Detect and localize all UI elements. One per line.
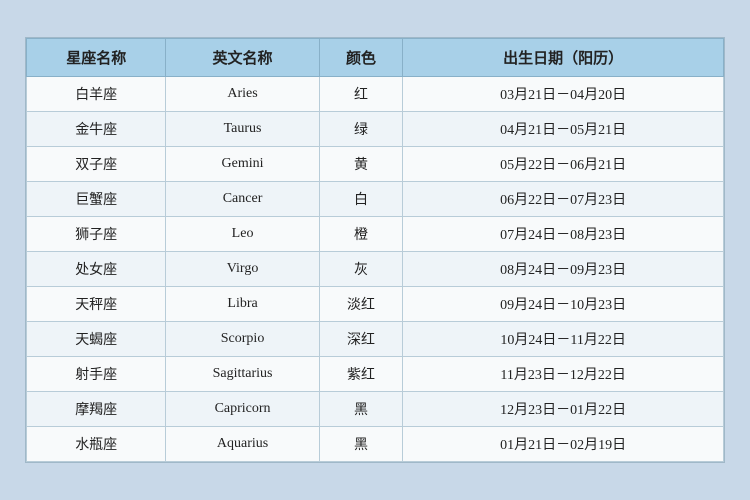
zodiac-table-container: 星座名称 英文名称 颜色 出生日期（阳历） 白羊座Aries红03月21日－04… — [25, 37, 725, 463]
cell-chinese: 双子座 — [27, 147, 166, 182]
cell-chinese: 白羊座 — [27, 77, 166, 112]
cell-color: 橙 — [319, 217, 403, 252]
cell-english: Virgo — [166, 252, 319, 287]
cell-chinese: 狮子座 — [27, 217, 166, 252]
header-color: 颜色 — [319, 39, 403, 77]
cell-date: 11月23日－12月22日 — [403, 357, 724, 392]
cell-english: Scorpio — [166, 322, 319, 357]
cell-date: 09月24日－10月23日 — [403, 287, 724, 322]
cell-english: Leo — [166, 217, 319, 252]
table-header-row: 星座名称 英文名称 颜色 出生日期（阳历） — [27, 39, 724, 77]
cell-color: 深红 — [319, 322, 403, 357]
cell-color: 淡红 — [319, 287, 403, 322]
cell-english: Sagittarius — [166, 357, 319, 392]
table-row: 巨蟹座Cancer白06月22日－07月23日 — [27, 182, 724, 217]
cell-chinese: 巨蟹座 — [27, 182, 166, 217]
cell-color: 红 — [319, 77, 403, 112]
cell-english: Cancer — [166, 182, 319, 217]
cell-date: 07月24日－08月23日 — [403, 217, 724, 252]
cell-color: 灰 — [319, 252, 403, 287]
cell-english: Aquarius — [166, 427, 319, 462]
table-row: 摩羯座Capricorn黑12月23日－01月22日 — [27, 392, 724, 427]
table-row: 金牛座Taurus绿04月21日－05月21日 — [27, 112, 724, 147]
cell-color: 绿 — [319, 112, 403, 147]
cell-chinese: 摩羯座 — [27, 392, 166, 427]
table-row: 狮子座Leo橙07月24日－08月23日 — [27, 217, 724, 252]
cell-color: 白 — [319, 182, 403, 217]
cell-date: 06月22日－07月23日 — [403, 182, 724, 217]
cell-date: 05月22日－06月21日 — [403, 147, 724, 182]
cell-english: Capricorn — [166, 392, 319, 427]
cell-chinese: 天蝎座 — [27, 322, 166, 357]
cell-chinese: 处女座 — [27, 252, 166, 287]
table-row: 射手座Sagittarius紫红11月23日－12月22日 — [27, 357, 724, 392]
table-row: 天秤座Libra淡红09月24日－10月23日 — [27, 287, 724, 322]
cell-chinese: 天秤座 — [27, 287, 166, 322]
cell-color: 黄 — [319, 147, 403, 182]
cell-chinese: 水瓶座 — [27, 427, 166, 462]
header-date: 出生日期（阳历） — [403, 39, 724, 77]
cell-color: 黑 — [319, 427, 403, 462]
table-row: 白羊座Aries红03月21日－04月20日 — [27, 77, 724, 112]
cell-date: 08月24日－09月23日 — [403, 252, 724, 287]
table-row: 天蝎座Scorpio深红10月24日－11月22日 — [27, 322, 724, 357]
cell-english: Taurus — [166, 112, 319, 147]
cell-color: 黑 — [319, 392, 403, 427]
cell-date: 04月21日－05月21日 — [403, 112, 724, 147]
header-chinese: 星座名称 — [27, 39, 166, 77]
cell-english: Aries — [166, 77, 319, 112]
cell-date: 03月21日－04月20日 — [403, 77, 724, 112]
cell-date: 10月24日－11月22日 — [403, 322, 724, 357]
cell-color: 紫红 — [319, 357, 403, 392]
cell-date: 12月23日－01月22日 — [403, 392, 724, 427]
cell-chinese: 金牛座 — [27, 112, 166, 147]
table-row: 水瓶座Aquarius黑01月21日－02月19日 — [27, 427, 724, 462]
table-row: 双子座Gemini黄05月22日－06月21日 — [27, 147, 724, 182]
cell-english: Gemini — [166, 147, 319, 182]
table-body: 白羊座Aries红03月21日－04月20日金牛座Taurus绿04月21日－0… — [27, 77, 724, 462]
zodiac-table: 星座名称 英文名称 颜色 出生日期（阳历） 白羊座Aries红03月21日－04… — [26, 38, 724, 462]
table-row: 处女座Virgo灰08月24日－09月23日 — [27, 252, 724, 287]
cell-date: 01月21日－02月19日 — [403, 427, 724, 462]
cell-english: Libra — [166, 287, 319, 322]
cell-chinese: 射手座 — [27, 357, 166, 392]
header-english: 英文名称 — [166, 39, 319, 77]
